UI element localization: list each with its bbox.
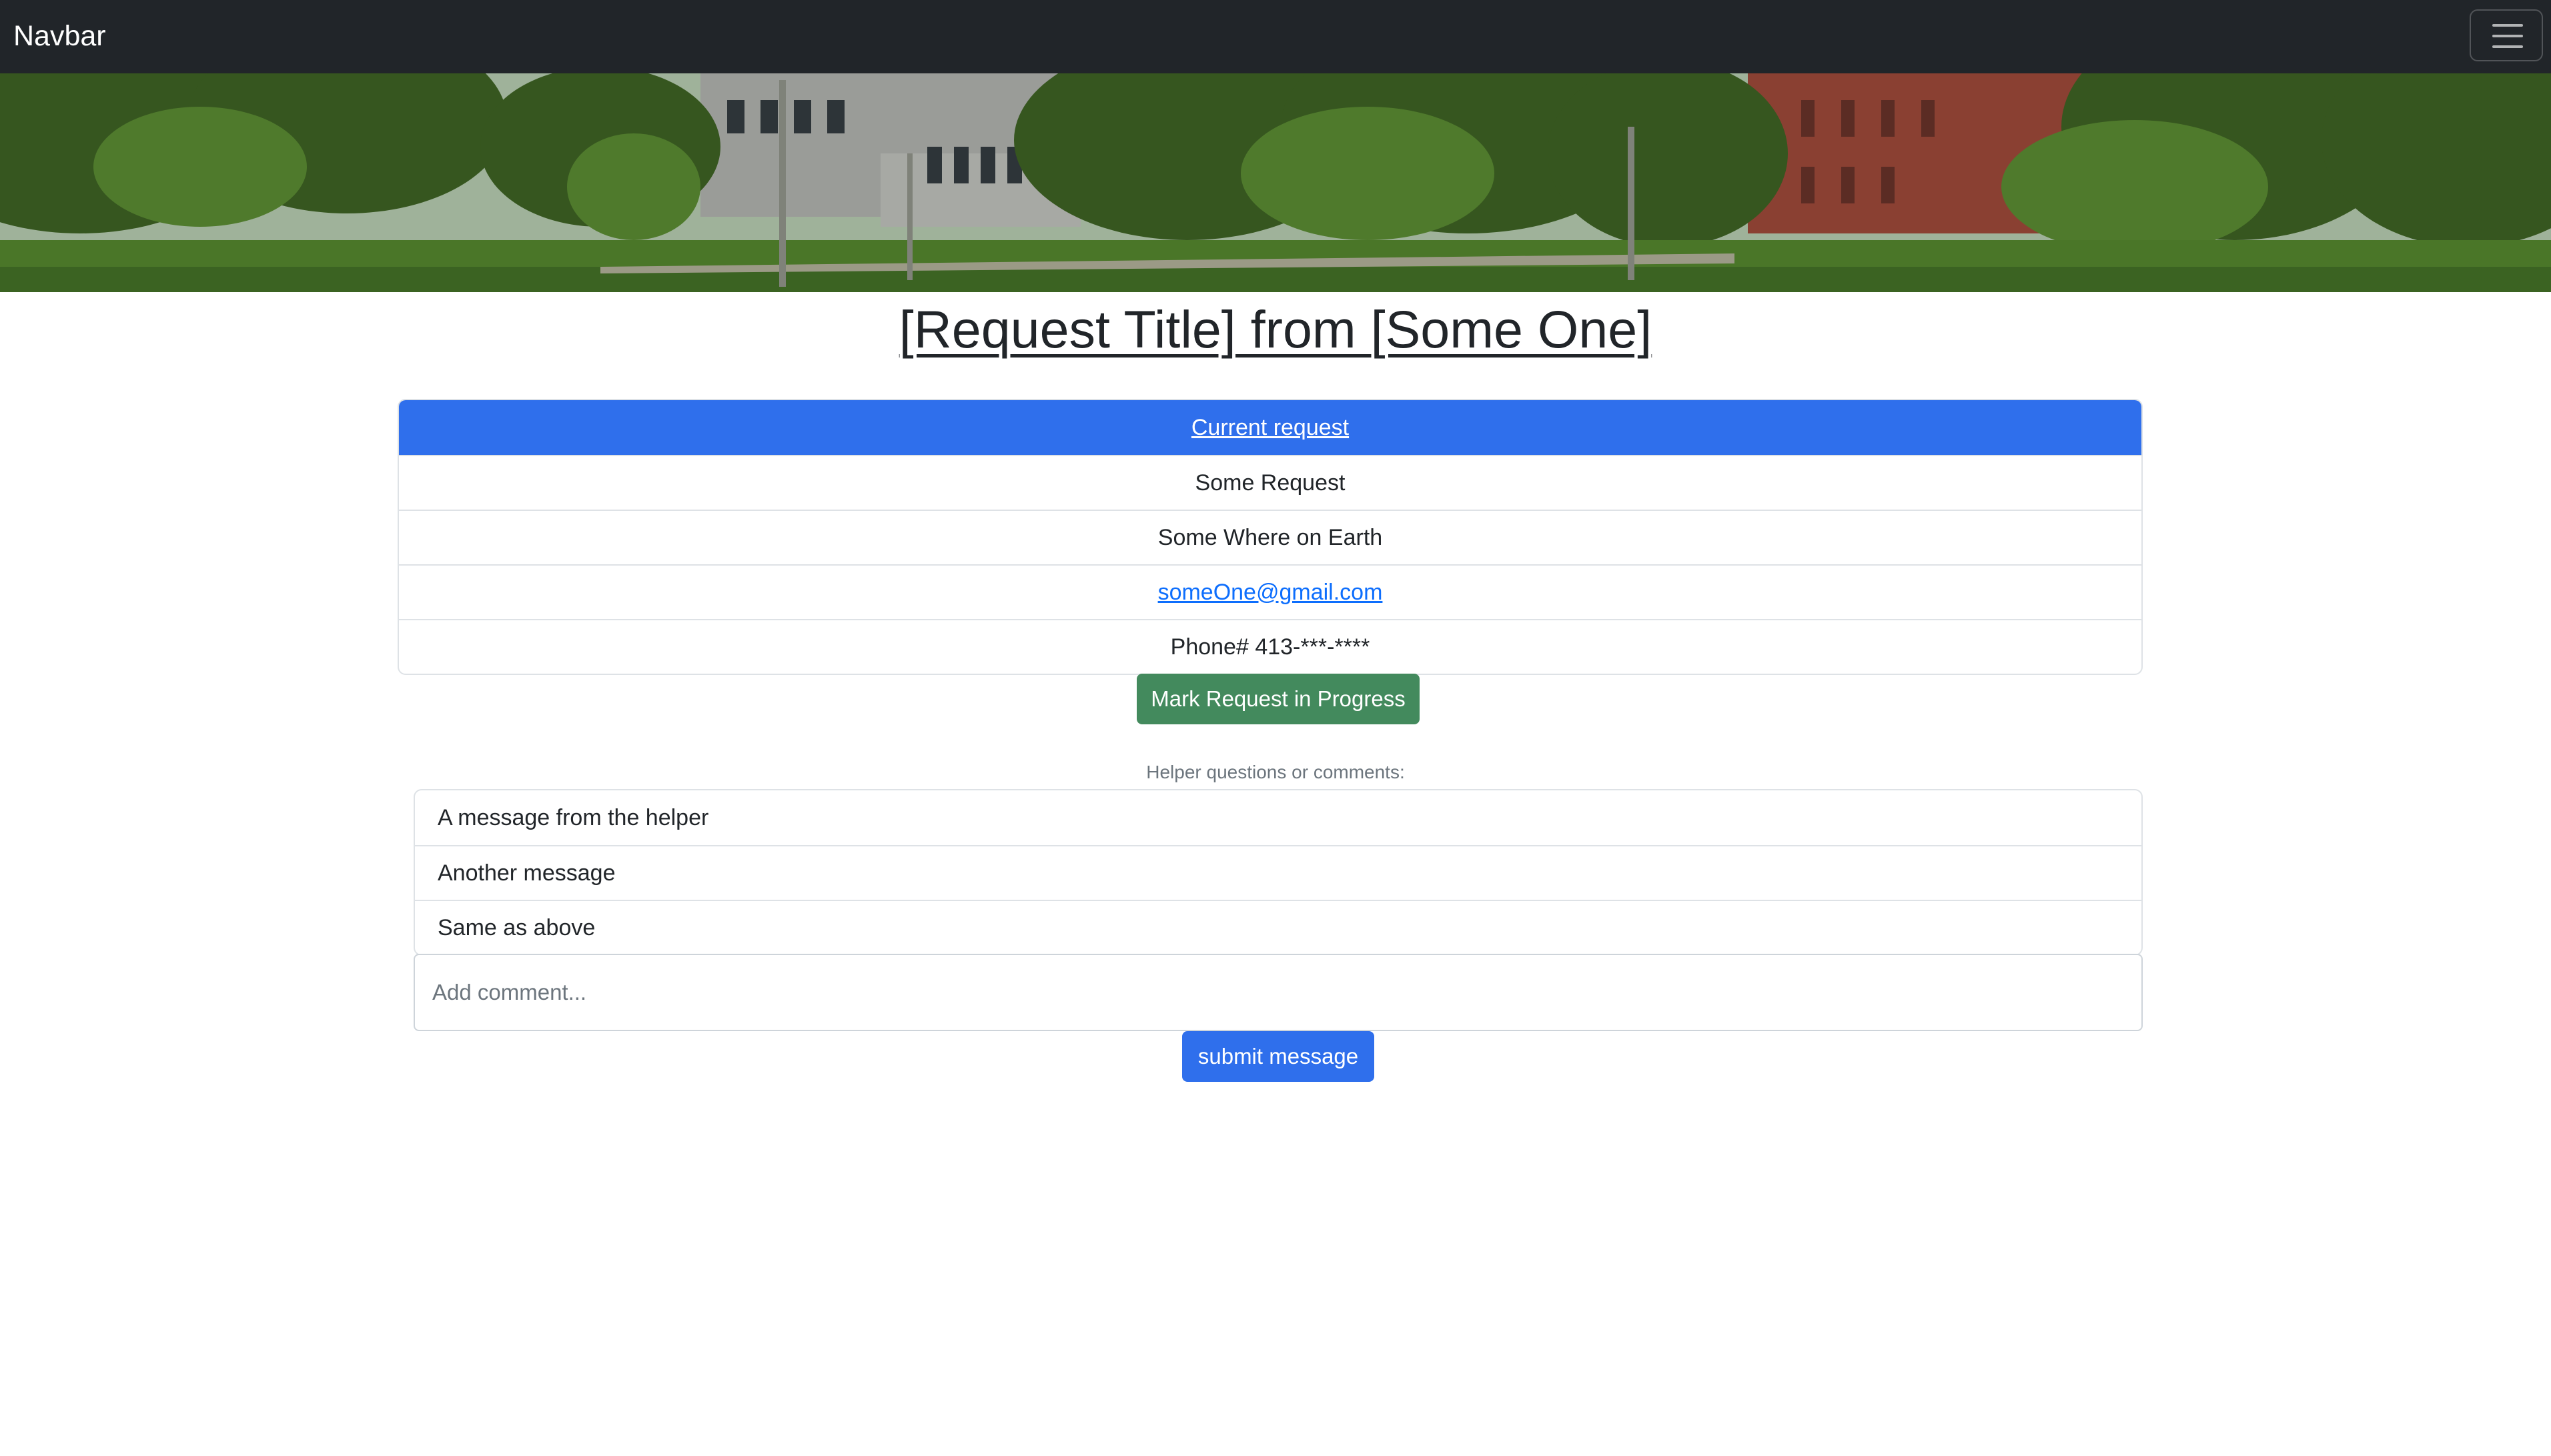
request-phone: Phone# 413-***-**** [399, 619, 2141, 674]
comment-list: A message from the helper Another messag… [414, 789, 2143, 956]
list-header-current-request[interactable]: Current request [399, 400, 2141, 455]
list-item: Same as above [415, 900, 2141, 954]
page-title[interactable]: [Request Title] from [Some One] [0, 296, 2551, 363]
add-comment-input[interactable]: Add comment... [414, 954, 2143, 1031]
comments-label: Helper questions or comments: [1146, 762, 1405, 782]
submit-message-button[interactable]: submit message [1182, 1031, 1374, 1082]
navbar: Navbar [0, 0, 2551, 73]
request-name: Some Request [399, 455, 2141, 510]
list-item: A message from the helper [438, 804, 709, 830]
request-email-row: someOne@gmail.com [399, 564, 2141, 619]
navbar-toggle-button[interactable] [2470, 9, 2543, 61]
request-location: Some Where on Earth [399, 510, 2141, 564]
campus-banner-image [0, 73, 2551, 292]
page: Navbar [Request Title] from [Some One] C… [0, 0, 2551, 1456]
current-request-link[interactable]: Current request [1191, 415, 1349, 441]
list-item: Another message [415, 845, 2141, 900]
mark-request-in-progress-button[interactable]: Mark Request in Progress [1137, 674, 1420, 724]
request-email-link[interactable]: someOne@gmail.com [1158, 580, 1383, 606]
navbar-brand[interactable]: Navbar [13, 17, 106, 55]
current-request-list: Current request Some Request Some Where … [398, 399, 2143, 675]
